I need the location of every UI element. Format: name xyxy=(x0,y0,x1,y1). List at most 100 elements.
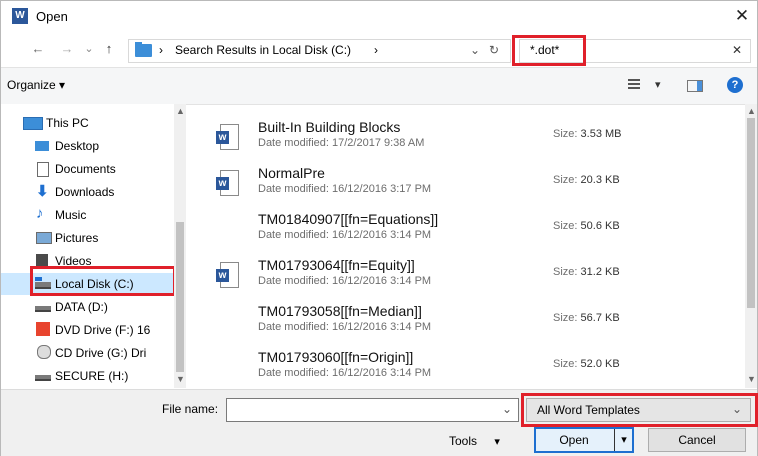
forward-icon[interactable]: → xyxy=(58,39,76,59)
scroll-down-icon[interactable]: ▼ xyxy=(176,374,185,384)
file-name: TM01840907[[fn=Equations]] xyxy=(258,211,439,227)
scroll-up-icon[interactable]: ▲ xyxy=(176,106,185,116)
search-highlight-box xyxy=(512,35,586,66)
file-list-scrollbar[interactable]: ▲ ▼ xyxy=(745,104,757,388)
tools-label: Tools xyxy=(449,434,478,448)
close-icon[interactable]: ✕ xyxy=(731,5,753,27)
sidebar-item-cd-drive[interactable]: CD Drive (G:) Dri xyxy=(1,342,177,364)
navigation-bar: ← → ⌄ ↑ › Search Results in Local Disk (… xyxy=(1,33,757,66)
file-row-tm01793064[interactable]: w TM01793064[[fn=Equity]] Date modified:… xyxy=(187,247,745,293)
word-app-icon: W xyxy=(12,8,28,24)
title-bar[interactable]: W Open ✕ xyxy=(1,1,757,31)
view-options-icon[interactable] xyxy=(628,79,640,91)
sidebar-item-desktop[interactable]: Desktop xyxy=(1,135,177,157)
file-size: Size: 20.3 KB xyxy=(553,174,620,186)
tools-button[interactable]: Tools ▾ xyxy=(449,430,519,452)
dialog-footer: File name: ⌄ All Word Templates ⌄ Tools … xyxy=(1,389,758,456)
sidebar-item-music[interactable]: ♪ Music xyxy=(1,204,177,226)
sidebar-item-documents[interactable]: Documents xyxy=(1,158,177,180)
file-date: Date modified: 17/2/2017 9:38 AM xyxy=(258,137,425,149)
file-row-normalpre[interactable]: w NormalPre Date modified: 16/12/2016 3:… xyxy=(187,155,745,201)
file-name: Built-In Building Blocks xyxy=(258,119,401,135)
file-date: Date modified: 16/12/2016 3:14 PM xyxy=(258,321,432,333)
music-icon: ♪ xyxy=(36,205,44,222)
file-name: TM01793064[[fn=Equity]] xyxy=(258,257,415,273)
pc-icon xyxy=(23,117,43,130)
cancel-button[interactable]: Cancel xyxy=(648,428,746,452)
dvd-drive-icon xyxy=(36,322,50,336)
address-bar[interactable]: › Search Results in Local Disk (C:) › ⌄ … xyxy=(128,39,511,63)
breadcrumb-separator[interactable]: › xyxy=(159,43,163,57)
sidebar-item-data-drive[interactable]: DATA (D:) xyxy=(1,296,177,318)
file-row-built-in-building-blocks[interactable]: w Built-In Building Blocks Date modified… xyxy=(187,109,745,155)
sidebar-scrollbar[interactable]: ▲ ▼ xyxy=(174,104,186,388)
file-size: Size: 3.53 MB xyxy=(553,128,622,140)
sidebar-item-pictures[interactable]: Pictures xyxy=(1,227,177,249)
refresh-icon[interactable]: ↻ xyxy=(489,43,499,57)
command-toolbar: Organize ▾ ▾ ? xyxy=(1,67,757,105)
open-dialog: W Open ✕ ← → ⌄ ↑ › Search Results in Loc… xyxy=(0,0,758,456)
breadcrumb-more[interactable]: › xyxy=(374,43,378,57)
sidebar-item-label: Downloads xyxy=(55,185,115,199)
address-dropdown-icon[interactable]: ⌄ xyxy=(470,43,480,57)
sidebar-item-dvd-drive[interactable]: DVD Drive (F:) 16 xyxy=(1,319,177,341)
sidebar-scroll-thumb[interactable] xyxy=(176,222,184,372)
file-row-tm01793058[interactable]: TM01793058[[fn=Median]] Date modified: 1… xyxy=(187,293,745,339)
file-date: Date modified: 16/12/2016 3:14 PM xyxy=(258,367,432,379)
sidebar-item-downloads[interactable]: ⬇ Downloads xyxy=(1,181,177,203)
file-name: TM01793060[[fn=Origin]] xyxy=(258,349,414,365)
up-folder-icon[interactable]: ↑ xyxy=(101,39,117,59)
sidebar-item-label: Documents xyxy=(55,162,116,176)
scroll-down-icon[interactable]: ▼ xyxy=(747,374,756,384)
drive-icon xyxy=(35,375,51,381)
back-icon[interactable]: ← xyxy=(29,39,47,59)
sidebar-item-label: DVD Drive (F:) 16 xyxy=(55,323,151,337)
sidebar-item-label: CD Drive (G:) Dri xyxy=(55,346,147,360)
file-date: Date modified: 16/12/2016 3:14 PM xyxy=(258,275,432,287)
search-clear-icon[interactable]: ✕ xyxy=(732,43,742,57)
file-size: Size: 50.6 KB xyxy=(553,220,620,232)
file-row-tm01793060[interactable]: TM01793060[[fn=Origin]] Date modified: 1… xyxy=(187,339,745,385)
sidebar-item-label: SECURE (H:) xyxy=(55,369,129,383)
help-icon[interactable]: ? xyxy=(727,77,743,93)
file-row-tm01840907[interactable]: TM01840907[[fn=Equations]] Date modified… xyxy=(187,201,745,247)
sidebar-item-this-pc[interactable]: This PC xyxy=(1,112,177,134)
sidebar-item-secure-drive[interactable]: SECURE (H:) xyxy=(1,365,177,387)
preview-pane-icon[interactable] xyxy=(687,80,703,92)
sidebar-item-label: Music xyxy=(55,208,87,222)
file-size: Size: 52.0 KB xyxy=(553,358,620,370)
open-split-dropdown-icon[interactable]: ▾ xyxy=(614,429,633,451)
dialog-title: Open xyxy=(36,9,68,24)
recent-locations-icon[interactable]: ⌄ xyxy=(82,39,96,59)
drive-icon xyxy=(35,306,51,312)
cd-drive-icon xyxy=(37,345,51,359)
file-name-input[interactable]: ⌄ xyxy=(226,398,519,422)
word-doc-icon: w xyxy=(216,262,239,288)
file-type-highlight-box xyxy=(521,393,758,427)
pictures-icon xyxy=(36,232,52,244)
navigation-pane: This PC Desktop Documents ⬇ Downloads ♪ … xyxy=(1,104,186,388)
file-size: Size: 56.7 KB xyxy=(553,312,620,324)
documents-icon xyxy=(37,162,49,177)
sidebar-item-label: DATA (D:) xyxy=(55,300,108,314)
word-doc-icon: w xyxy=(216,124,239,150)
file-name: TM01793058[[fn=Median]] xyxy=(258,303,422,319)
organize-button[interactable]: Organize ▾ xyxy=(7,78,65,92)
file-name-dropdown-icon[interactable]: ⌄ xyxy=(502,402,512,416)
sidebar-item-label: Pictures xyxy=(55,231,99,245)
file-list: w Built-In Building Blocks Date modified… xyxy=(187,104,745,388)
local-disk-highlight-box xyxy=(30,266,176,296)
tools-dropdown-icon: ▾ xyxy=(494,436,500,448)
file-name: NormalPre xyxy=(258,165,325,181)
open-button[interactable]: Open ▾ xyxy=(534,427,634,453)
word-template-icon: w xyxy=(216,170,239,196)
view-dropdown-icon[interactable]: ▾ xyxy=(655,78,661,91)
file-name-label: File name: xyxy=(162,402,219,416)
downloads-icon: ⬇ xyxy=(36,183,49,200)
file-list-scroll-thumb[interactable] xyxy=(747,118,755,308)
file-date: Date modified: 16/12/2016 3:14 PM xyxy=(258,229,432,241)
scroll-up-icon[interactable]: ▲ xyxy=(747,106,756,116)
file-date: Date modified: 16/12/2016 3:17 PM xyxy=(258,183,432,195)
sidebar-item-label: This PC xyxy=(46,116,89,130)
breadcrumb-search-results[interactable]: Search Results in Local Disk (C:) xyxy=(175,43,351,57)
